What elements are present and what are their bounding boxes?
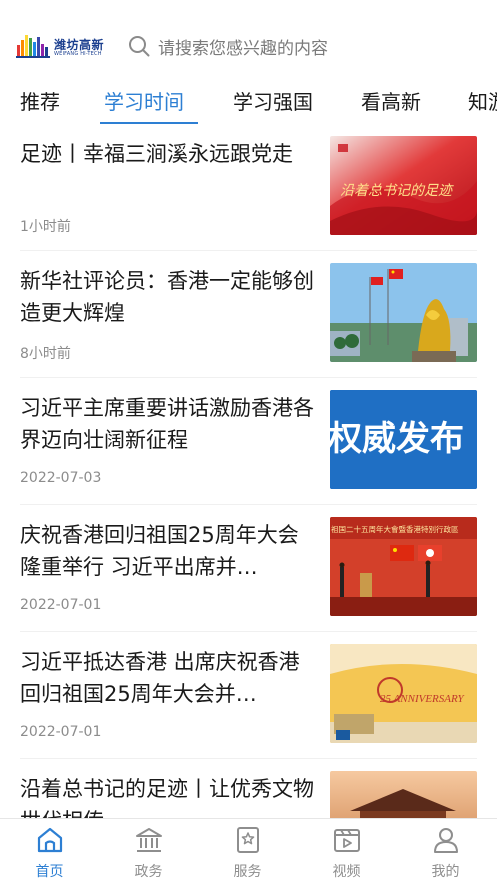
logo-mark-icon [16, 35, 50, 58]
app-header: 潍坊高新 WEIFANG HI-TECH 请搜索您感兴趣的内容 [0, 0, 497, 78]
nav-home[interactable]: 首页 [0, 819, 99, 883]
news-time: 2022-07-01 [20, 597, 102, 613]
news-item[interactable]: 沿着总书记的足迹丨让优秀文物世代相传 [0, 759, 497, 818]
nav-label: 政务 [134, 864, 163, 880]
nav-profile[interactable]: 我的 [396, 819, 495, 883]
news-title: 习近平主席重要讲话激励香港各界迈向壮阔新征程 [20, 396, 314, 452]
nav-service[interactable]: 服务 [198, 819, 297, 883]
news-title: 庆祝香港回归祖国25周年大会隆重举行 习近平出席并… [20, 523, 299, 579]
news-thumbnail: 祖国二十五周年大會暨香港特別行政區 [330, 517, 477, 616]
news-feed: 足迹丨幸福三涧溪永远跟党走 1小时前 沿着总书记的足迹 新华社评论员：香港一定能… [0, 124, 497, 818]
nav-label: 我的 [431, 864, 460, 880]
tab-study-power[interactable]: 学习强国 [233, 86, 313, 115]
home-icon [37, 827, 63, 853]
news-thumbnail: 25 ANNIVERSARY [330, 644, 477, 743]
search-placeholder: 请搜索您感兴趣的内容 [158, 38, 328, 59]
news-item[interactable]: 习近平主席重要讲话激励香港各界迈向壮阔新征程 2022-07-03 权威发布 [0, 378, 497, 505]
nav-label: 服务 [233, 864, 262, 880]
nav-label: 首页 [35, 864, 64, 880]
search-bar[interactable]: 请搜索您感兴趣的内容 [128, 33, 488, 59]
tab-knowledge[interactable]: 知游 [468, 86, 497, 115]
news-item[interactable]: 庆祝香港回归祖国25周年大会隆重举行 习近平出席并… 2022-07-01 祖国… [0, 505, 497, 632]
nav-video[interactable]: 视频 [297, 819, 396, 883]
news-time: 1小时前 [20, 219, 71, 235]
bottom-navigation: 首页 政务 服务 视频 我的 [0, 818, 497, 883]
news-thumbnail: 权威发布 [330, 390, 477, 489]
app-logo[interactable]: 潍坊高新 WEIFANG HI-TECH [16, 33, 106, 59]
thumb-caption: 权威发布 [330, 419, 464, 459]
news-title: 沿着总书记的足迹丨让优秀文物世代相传 [20, 777, 314, 818]
news-time: 8小时前 [20, 346, 71, 362]
nav-label: 视频 [332, 864, 361, 880]
news-item[interactable]: 新华社评论员：香港一定能够创造更大辉煌 8小时前 [0, 251, 497, 378]
service-icon [237, 827, 259, 853]
government-icon [136, 828, 162, 852]
news-title: 习近平抵达香港 出席庆祝香港回归祖国25周年大会并… [20, 650, 300, 706]
thumb-caption: 祖国二十五周年大會暨香港特別行政區 [331, 524, 459, 534]
tab-watch-hitech[interactable]: 看高新 [361, 86, 421, 115]
thumb-caption: 25 ANNIVERSARY [380, 693, 466, 705]
news-title: 足迹丨幸福三涧溪永远跟党走 [20, 142, 293, 166]
news-item[interactable]: 习近平抵达香港 出席庆祝香港回归祖国25周年大会并… 2022-07-01 25… [0, 632, 497, 759]
category-tabs: 推荐 学习时间 学习强国 看高新 知游 [0, 78, 497, 124]
news-thumbnail [330, 771, 477, 818]
news-thumbnail: 沿着总书记的足迹 [330, 136, 477, 235]
logo-text-en: WEIFANG HI-TECH [54, 51, 102, 57]
news-time: 2022-07-03 [20, 470, 102, 486]
video-icon [334, 829, 360, 852]
nav-government[interactable]: 政务 [99, 819, 198, 883]
tab-recommend[interactable]: 推荐 [20, 86, 60, 115]
tab-study-time[interactable]: 学习时间 [104, 86, 184, 115]
news-time: 2022-07-01 [20, 724, 102, 740]
news-item[interactable]: 足迹丨幸福三涧溪永远跟党走 1小时前 沿着总书记的足迹 [0, 124, 497, 251]
thumb-caption: 沿着总书记的足迹 [340, 183, 454, 199]
search-icon [128, 35, 150, 57]
profile-icon [434, 828, 458, 853]
news-thumbnail [330, 263, 477, 362]
news-title: 新华社评论员：香港一定能够创造更大辉煌 [20, 269, 314, 325]
